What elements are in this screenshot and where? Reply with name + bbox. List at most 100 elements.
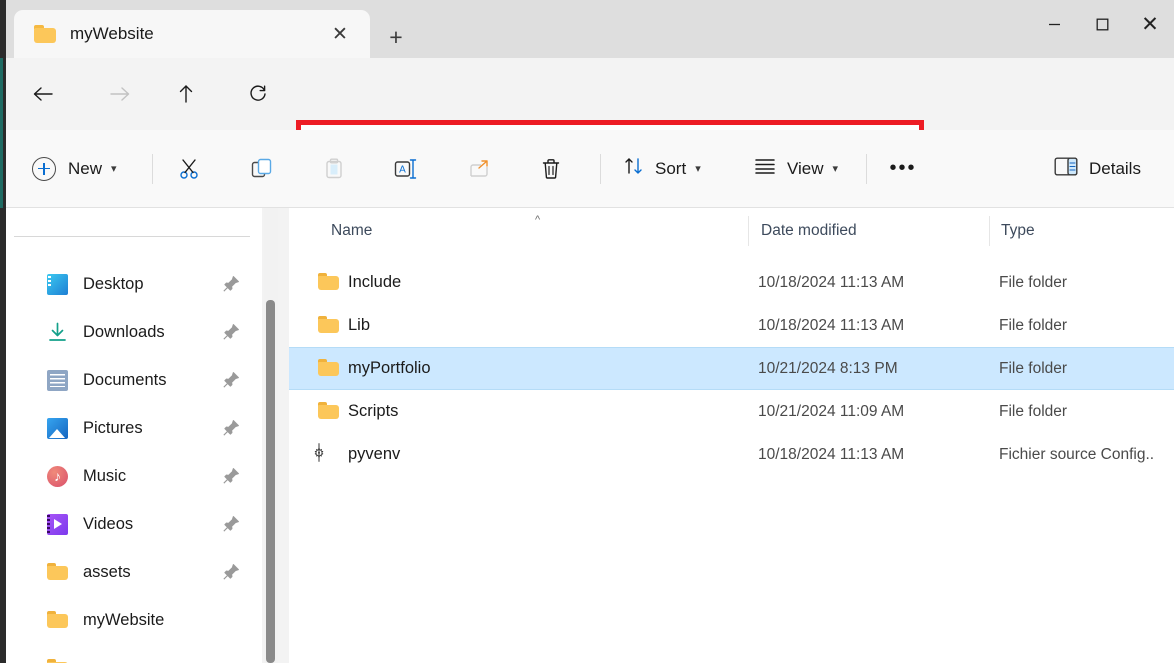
- sidebar-item-label: Music: [83, 466, 127, 485]
- pin-icon[interactable]: [222, 467, 240, 485]
- sidebar-item-assets[interactable]: assets: [0, 548, 262, 596]
- sidebar-item-label: Documents: [83, 370, 167, 389]
- close-button[interactable]: ✕: [1126, 0, 1174, 48]
- file-explorer-window: myWebsite ✕ + ✕ New ▾ A Sort ▾ View ▾ ••…: [0, 0, 1174, 663]
- window-controls: ✕: [1030, 0, 1174, 48]
- table-row[interactable]: pyvenv 10/18/2024 11:13 AM Fichier sourc…: [289, 433, 1174, 476]
- sidebar-scrollbar-thumb[interactable]: [266, 300, 275, 663]
- sidebar-divider: [14, 236, 250, 237]
- pin-icon[interactable]: [222, 323, 240, 341]
- column-label-date: Date modified: [761, 222, 857, 239]
- documents-icon: [47, 369, 68, 391]
- delete-icon[interactable]: [530, 148, 572, 190]
- folder-icon: [318, 315, 339, 336]
- pictures-icon: [47, 417, 68, 439]
- view-label: View: [787, 158, 824, 178]
- sort-button[interactable]: Sort ▾: [616, 148, 709, 190]
- column-headers: Name ^ Date modified Type: [289, 208, 1174, 254]
- sidebar-item-label: Desktop: [83, 274, 144, 293]
- sidebar-item-desktop[interactable]: Desktop: [0, 260, 262, 308]
- file-type: File folder: [999, 402, 1068, 420]
- sort-label: Sort: [655, 158, 687, 178]
- pin-icon[interactable]: [222, 371, 240, 389]
- svg-text:A: A: [399, 164, 406, 175]
- sidebar-item-documents[interactable]: Documents: [0, 356, 262, 404]
- sidebar-item-pictures[interactable]: Pictures: [0, 404, 262, 452]
- sidebar-item-partial[interactable]: [0, 644, 262, 663]
- table-row-selected[interactable]: myPortfolio 10/21/2024 8:13 PM File fold…: [289, 347, 1174, 390]
- sort-ascending-icon: ^: [535, 214, 541, 226]
- file-name: Lib: [348, 316, 371, 334]
- sidebar-item-downloads[interactable]: Downloads: [0, 308, 262, 356]
- file-date: 10/18/2024 11:13 AM: [758, 273, 905, 291]
- folder-icon: [47, 658, 68, 663]
- pin-icon[interactable]: [222, 515, 240, 533]
- up-arrow-icon[interactable]: [166, 74, 206, 114]
- back-arrow-icon[interactable]: [23, 74, 63, 114]
- toolbar-divider-1: [152, 153, 153, 184]
- toolbar-divider-3: [866, 153, 867, 184]
- chevron-down-icon-sort[interactable]: ▾: [695, 162, 701, 175]
- column-header-name[interactable]: Name: [331, 208, 372, 254]
- sort-icon: [624, 156, 644, 181]
- file-name: Include: [348, 273, 402, 291]
- see-more-button[interactable]: •••: [882, 148, 924, 190]
- rename-icon[interactable]: A: [385, 148, 427, 190]
- table-row[interactable]: Include 10/18/2024 11:13 AM File folder: [289, 261, 1174, 304]
- file-date: 10/18/2024 11:13 AM: [758, 316, 905, 334]
- pin-icon[interactable]: [222, 419, 240, 437]
- table-row[interactable]: Lib 10/18/2024 11:13 AM File folder: [289, 304, 1174, 347]
- column-divider-2[interactable]: [989, 216, 990, 246]
- sidebar-item-mywebsite[interactable]: myWebsite: [0, 596, 262, 644]
- folder-icon: [318, 272, 339, 293]
- sidebar-item-music[interactable]: Music: [0, 452, 262, 500]
- desktop-icon: [47, 273, 68, 295]
- cut-icon[interactable]: [168, 148, 210, 190]
- column-label-name: Name: [331, 222, 373, 239]
- music-icon: [47, 465, 68, 487]
- folder-icon: [47, 562, 68, 583]
- column-divider-1[interactable]: [748, 216, 749, 246]
- share-icon: [458, 148, 500, 190]
- maximize-button[interactable]: [1078, 0, 1126, 48]
- chevron-down-icon[interactable]: ▾: [111, 162, 117, 175]
- new-tab-button[interactable]: +: [374, 16, 418, 58]
- file-name: pyvenv: [348, 445, 401, 463]
- file-name: myPortfolio: [348, 359, 431, 377]
- pin-icon[interactable]: [222, 275, 240, 293]
- details-pane-icon: [1054, 157, 1078, 181]
- minimize-button[interactable]: [1030, 0, 1078, 48]
- tab-close-icon[interactable]: ✕: [326, 20, 354, 48]
- file-type: File folder: [999, 316, 1068, 334]
- sidebar-item-videos[interactable]: Videos: [0, 500, 262, 548]
- file-date: 10/21/2024 8:13 PM: [758, 359, 898, 377]
- forward-arrow-icon: [100, 74, 140, 114]
- file-type: File folder: [999, 359, 1068, 377]
- toolbar-divider-2: [600, 153, 601, 184]
- paste-icon: [313, 148, 355, 190]
- column-header-date-modified[interactable]: Date modified: [761, 208, 857, 254]
- pin-icon[interactable]: [222, 563, 240, 581]
- file-date: 10/21/2024 11:09 AM: [758, 402, 905, 420]
- folder-icon: [318, 358, 339, 379]
- sidebar-item-label: Downloads: [83, 322, 165, 341]
- details-pane-button[interactable]: Details: [1046, 148, 1149, 190]
- tab-mywebsite[interactable]: myWebsite ✕: [14, 10, 370, 58]
- sidebar-item-label: Videos: [83, 514, 134, 533]
- tab-label: myWebsite: [70, 24, 154, 43]
- plus-icon: [32, 156, 56, 181]
- folder-icon: [318, 401, 339, 422]
- new-label: New: [68, 158, 103, 178]
- copy-icon[interactable]: [241, 148, 283, 190]
- details-label: Details: [1089, 158, 1141, 178]
- file-list-pane: Name ^ Date modified Type Include 10/18/…: [289, 208, 1174, 663]
- navigation-pane: Desktop Downloads Documents Pictures ♪ M…: [0, 208, 262, 663]
- sidebar-item-label: Pictures: [83, 418, 143, 437]
- chevron-down-icon-view[interactable]: ▾: [833, 162, 839, 175]
- new-button[interactable]: New ▾: [24, 148, 125, 190]
- view-button[interactable]: View ▾: [746, 148, 846, 190]
- navigation-bar: › ··· myWebsite › Press Enter and write …: [0, 58, 1174, 185]
- column-header-type[interactable]: Type: [1001, 208, 1035, 254]
- refresh-icon[interactable]: [238, 74, 278, 114]
- table-row[interactable]: Scripts 10/21/2024 11:09 AM File folder: [289, 390, 1174, 433]
